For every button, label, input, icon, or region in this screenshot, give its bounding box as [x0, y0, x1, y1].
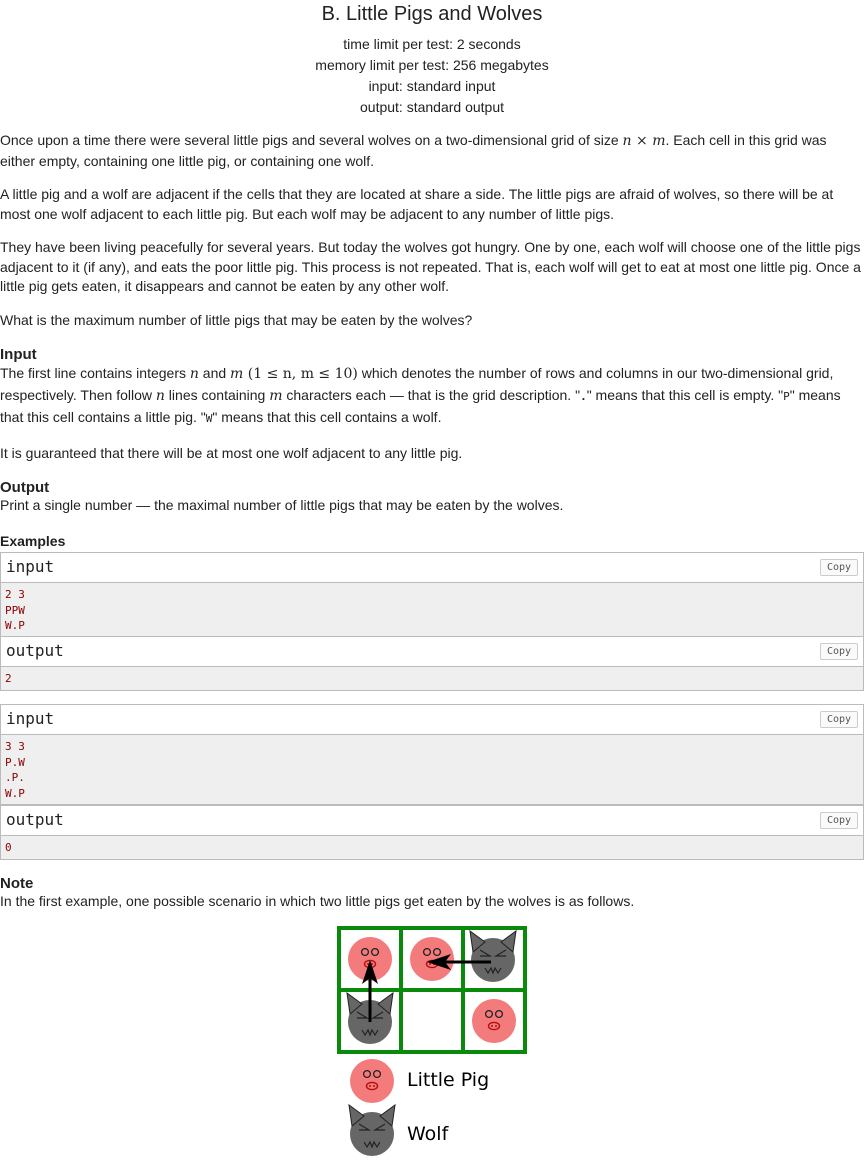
- statement-paragraph-1: Once upon a time there were several litt…: [0, 132, 827, 169]
- input-description: The first line contains integers n and m…: [0, 365, 841, 425]
- example-1-input: input Copy 2 3 PPW W.P: [0, 552, 864, 638]
- input-spec: input: standard input: [368, 78, 496, 94]
- note-title: Note: [0, 875, 34, 892]
- memory-limit: memory limit per test: 256 megabytes: [315, 57, 549, 73]
- statement-paragraph-3: They have been living peacefully for sev…: [0, 239, 861, 295]
- output-label: output: [6, 810, 64, 829]
- input-section: Input The first line contains integers n…: [0, 346, 864, 430]
- statement: Once upon a time there were several litt…: [0, 131, 864, 171]
- input-section-title: Input: [0, 346, 37, 363]
- example-1-input-text: 2 3 PPW W.P: [1, 583, 863, 637]
- example-2-input-text: 3 3 P.W .P. W.P: [1, 735, 863, 805]
- wolf-icon: [469, 930, 517, 983]
- example-1-output: output Copy 2: [0, 636, 864, 691]
- input-label: input: [6, 557, 55, 576]
- copy-button[interactable]: Copy: [820, 559, 858, 576]
- problem-title: B. Little Pigs and Wolves: [321, 3, 543, 25]
- output-label: output: [6, 641, 64, 660]
- note-text: In the first example, one possible scena…: [0, 893, 635, 909]
- problem-header: B. Little Pigs and Wolves time limit per…: [0, 0, 864, 118]
- note-section: Note In the first example, one possible …: [0, 875, 864, 912]
- output-section: Output Print a single number — the maxim…: [0, 479, 864, 516]
- output-section-title: Output: [0, 479, 50, 496]
- output-description: Print a single number — the maximal numb…: [0, 497, 564, 513]
- pig-icon: [471, 998, 517, 1044]
- legend-wolf-label: Wolf: [407, 1123, 450, 1145]
- pig-icon: [409, 936, 455, 982]
- example-illustration: Little Pig Wolf: [337, 926, 529, 1161]
- copy-button[interactable]: Copy: [820, 711, 858, 728]
- statement-paragraph-2: A little pig and a wolf are adjacent if …: [0, 186, 834, 222]
- example-2-output: output Copy 0: [0, 805, 864, 860]
- legend-pig-icon: [349, 1058, 395, 1104]
- examples-title: Examples: [0, 533, 66, 549]
- example-2-input: input Copy 3 3 P.W .P. W.P: [0, 704, 864, 806]
- input-label: input: [6, 709, 55, 728]
- legend-pig-label: Little Pig: [407, 1069, 489, 1091]
- example-2-output-text: 0: [1, 836, 863, 859]
- legend-wolf-icon: [348, 1104, 396, 1157]
- copy-button[interactable]: Copy: [820, 643, 858, 660]
- copy-button[interactable]: Copy: [820, 812, 858, 829]
- input-guarantee: It is guaranteed that there will be at m…: [0, 445, 463, 461]
- time-limit: time limit per test: 2 seconds: [343, 36, 521, 52]
- example-1-output-text: 2: [1, 667, 863, 690]
- statement-paragraph-4: What is the maximum number of little pig…: [0, 312, 473, 328]
- output-spec: output: standard output: [360, 99, 504, 115]
